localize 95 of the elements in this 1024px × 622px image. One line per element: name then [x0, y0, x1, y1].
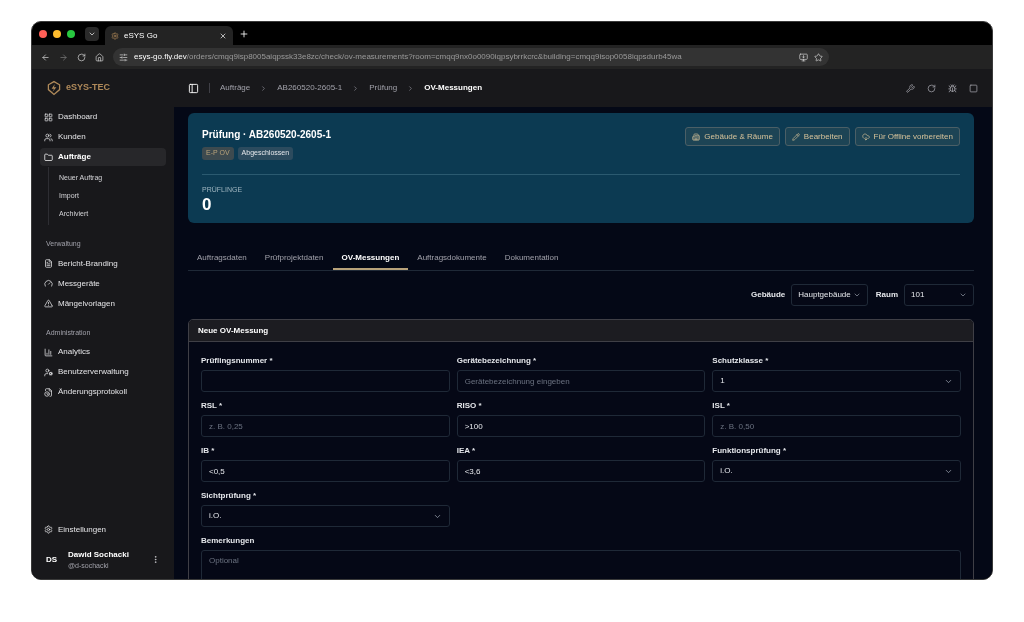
bar-chart-icon: [44, 347, 53, 357]
reload-icon[interactable]: [77, 52, 86, 62]
breadcrumb-link[interactable]: OV-Messungen: [424, 82, 483, 94]
gauge-icon: [44, 279, 53, 288]
input-field[interactable]: [201, 370, 450, 392]
page-title: Prüfung · AB260520-2605-1: [202, 128, 332, 142]
nav-item[interactable]: Kunden: [40, 128, 166, 146]
breadcrumb-link[interactable]: Prüfung: [369, 82, 398, 94]
building-icon: [692, 132, 701, 141]
chevron-icon: [852, 291, 861, 299]
logo-text: eSYS-TEC: [66, 81, 110, 95]
header-button[interactable]: Bearbeiten: [784, 127, 850, 146]
field-label: IEA *: [456, 445, 477, 457]
document-icon: [44, 259, 53, 268]
input-field[interactable]: Gerätebezeichnung eingeben: [456, 370, 706, 392]
chevron-icon: [959, 291, 967, 299]
minimize-window-icon[interactable]: [53, 29, 61, 38]
select-field[interactable]: 101: [904, 284, 974, 306]
header-button[interactable]: Gebäude & Räume: [685, 127, 780, 146]
user-name: Dawid Sochacki: [68, 548, 130, 561]
logo-icon: [46, 80, 62, 96]
address-bar[interactable]: esys-go.fly.dev/orders/cmqq9isp8005aiqpssk33e8zc/check/ov-measurements?room=cmqq9nx0o0090iqpsybrrkcrc&building=cmqq9isop0058iqpsdurb45wa: [113, 48, 829, 66]
tab[interactable]: Prüfprojektdaten: [255, 248, 333, 270]
sidebar-toggle-icon[interactable]: [188, 82, 199, 94]
nav-item[interactable]: Analytics: [40, 343, 166, 361]
tab[interactable]: OV-Messungen: [332, 248, 409, 270]
file-clock-icon: [44, 387, 53, 397]
select-field[interactable]: Hauptgebäude: [791, 284, 868, 306]
warning-icon: [44, 299, 53, 308]
select-field[interactable]: i.O.: [712, 460, 961, 482]
favicon-icon: [111, 31, 119, 40]
field-label: Funktionsprüfung *: [712, 445, 788, 457]
field-label: Prüflingsnummer *: [201, 355, 274, 367]
avatar-initials: DS: [46, 553, 59, 566]
field-label: Sichtprüfung *: [201, 490, 258, 502]
nav-item[interactable]: Aufträge: [40, 148, 166, 166]
header-button[interactable]: Für Offline vorbereiten: [854, 127, 960, 146]
field-label: RISO *: [456, 400, 483, 412]
install-app-icon[interactable]: [799, 52, 808, 62]
nav-item[interactable]: Mängelvorlagen: [40, 294, 166, 313]
breadcrumb-link[interactable]: AB260520-2605-1: [277, 82, 343, 94]
field-label: ISL *: [712, 400, 731, 412]
nav-item[interactable]: Dashboard: [40, 108, 166, 126]
tab[interactable]: Auftragsdaten: [188, 248, 256, 270]
filter-label: Gebäude: [751, 289, 786, 301]
input-field[interactable]: >100: [456, 415, 706, 437]
select-field[interactable]: 1: [712, 370, 961, 392]
stat-value: 0: [202, 195, 213, 215]
tab[interactable]: Dokumentation: [495, 248, 568, 270]
browser-tab[interactable]: eSYS Go: [105, 26, 233, 45]
new-tab-icon[interactable]: [239, 28, 249, 39]
nav-item[interactable]: Benutzerverwaltung: [40, 363, 166, 381]
dashboard-icon: [44, 112, 53, 122]
nav-item[interactable]: Messgeräte: [40, 274, 166, 293]
chevron-icon: [352, 84, 360, 92]
bug-icon[interactable]: [948, 83, 957, 93]
folder-icon: [44, 152, 53, 162]
filter-label: Raum: [875, 289, 898, 301]
breadcrumb-link[interactable]: Aufträge: [220, 82, 251, 94]
field-label: Gerätebezeichnung *: [456, 355, 538, 367]
settings-icon: [44, 525, 53, 534]
field-label: IB *: [201, 445, 216, 457]
input-field[interactable]: <3,6: [456, 460, 706, 482]
site-info-icon[interactable]: [119, 52, 128, 62]
input-field[interactable]: z. B. 0,50: [712, 415, 961, 437]
user-gear-icon: [44, 367, 53, 377]
users-icon: [44, 132, 53, 142]
pencil-icon: [791, 132, 800, 141]
nav-item[interactable]: Änderungsprotokoll: [40, 383, 166, 401]
forward-icon[interactable]: [59, 52, 68, 62]
field-label: RSL *: [201, 400, 224, 412]
input-field[interactable]: <0,5: [201, 460, 450, 482]
nav-item[interactable]: Einstellungen: [40, 520, 166, 539]
tab[interactable]: Auftragsdokumente: [408, 248, 496, 270]
field-label: Bemerkungen: [201, 535, 256, 547]
home-icon[interactable]: [95, 52, 104, 62]
chevron-icon: [407, 84, 415, 92]
refresh-icon[interactable]: [927, 83, 936, 93]
input-field[interactable]: z. B. 0,25: [201, 415, 450, 437]
nav-item[interactable]: Bericht-Branding: [40, 254, 166, 273]
back-icon[interactable]: [41, 52, 50, 62]
form-title: Neue OV-Messung: [198, 324, 269, 337]
cloud-download-icon: [861, 132, 870, 141]
input-field[interactable]: Optional: [201, 550, 961, 579]
close-icon[interactable]: [219, 31, 227, 40]
select-field[interactable]: i.O.: [201, 505, 450, 527]
tab-list-button[interactable]: [85, 26, 99, 41]
chevron-icon: [260, 84, 268, 92]
field-label: Schutzklasse *: [712, 355, 770, 367]
more-icon[interactable]: [151, 555, 160, 565]
bookmark-icon[interactable]: [814, 52, 823, 62]
window-icon[interactable]: [969, 83, 978, 93]
wrench-icon[interactable]: [906, 83, 915, 93]
close-window-icon[interactable]: [39, 29, 47, 38]
maximize-window-icon[interactable]: [67, 29, 75, 38]
